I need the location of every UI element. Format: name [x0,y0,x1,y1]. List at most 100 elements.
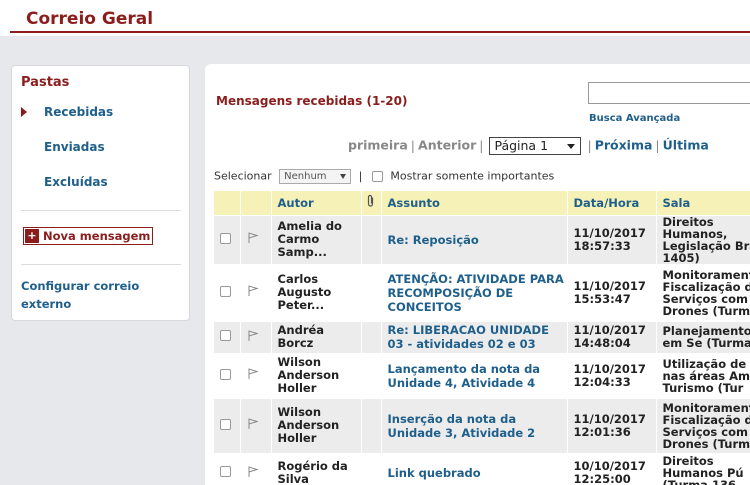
flag-icon[interactable] [247,368,259,380]
message-author: Carlos Augusto Peter... [271,263,362,321]
row-flag-cell [240,352,272,398]
message-date: 11/10/2017 [573,361,646,376]
chevron-down-icon [340,174,347,179]
flag-column-header [240,191,272,215]
message-subject[interactable]: Inserção da nota da Unidade 3, Atividade… [381,397,568,453]
row-flag-cell [240,263,272,321]
room-column-header[interactable]: Sala [656,191,750,215]
author-column-header[interactable]: Autor [271,191,362,215]
row-checkbox[interactable] [220,232,231,244]
date-column-header[interactable]: Data/Hora [567,191,657,215]
advanced-search-link[interactable]: Busca Avançada [589,113,680,124]
message-subject[interactable]: Re: LIBERACAO UNIDADE 03 - atividades 02… [381,320,568,353]
row-checkbox[interactable] [220,330,231,341]
folder-sent[interactable]: Enviadas [44,140,105,154]
message-room: Monitoramento Fiscalização de Serviços c… [656,397,750,453]
attachment-column-header[interactable] [361,191,382,215]
message-date: 10/10/2017 [573,459,646,474]
row-attachment-cell [361,263,382,321]
table-row[interactable]: Wilson Anderson Holler Lançamento da not… [214,352,750,398]
flag-icon[interactable] [247,466,259,478]
message-datetime: 11/10/2017 12:04:33 [567,352,657,398]
sidebar-divider [21,210,181,211]
plus-icon: + [25,229,39,243]
select-dropdown[interactable]: Nenhum [279,169,352,184]
messages-title: Mensagens recebidas (1-20) [216,94,408,108]
search-input[interactable] [588,82,750,104]
message-time: 12:01:36 [573,424,631,439]
row-select-cell [214,320,241,353]
pager-separator: | [479,137,484,153]
row-select-cell [214,452,241,485]
page-title: Correio Geral [26,9,154,29]
message-time: 18:57:33 [573,238,631,253]
pagination: primeira | Anterior | Página 1 | Próxima | Últim… [348,137,709,157]
pager-separator: | [410,137,416,153]
previous-page-link[interactable]: Anterior [418,138,476,153]
table-row[interactable]: Andréa Borcz Re: LIBERACAO UNIDADE 03 - … [214,320,750,353]
row-flag-cell [240,397,272,453]
message-time: 12:25:00 [573,472,631,485]
row-select-cell [214,214,241,264]
select-dropdown-value: Nenhum [284,171,327,182]
row-select-cell [214,263,241,321]
new-message-button[interactable]: + Nova mensagem [23,227,153,245]
row-flag-cell [240,452,272,485]
messages-table: Autor Assunto Data/Hora Sala Amelia do C… [214,191,750,485]
message-author: Rogério da Silva [271,452,362,485]
important-only-checkbox[interactable] [371,171,383,182]
chevron-down-icon [567,144,576,149]
message-subject[interactable]: Link quebrado [381,452,568,485]
table-row[interactable]: Carlos Augusto Peter... ATENÇÃO: ATIVIDA… [214,263,750,321]
message-time: 14:48:04 [573,336,631,350]
selection-toolbar: Selecionar Nenhum | Mostrar somente impo… [214,169,554,184]
pager-separator: | [655,137,660,153]
flag-icon[interactable] [247,285,259,297]
paperclip-icon [367,195,373,207]
row-attachment-cell [361,320,382,353]
flag-icon[interactable] [247,329,259,342]
message-author: Wilson Anderson Holler [271,352,362,398]
table-row[interactable]: Rogério da Silva Link quebrado 10/10/201… [214,452,750,485]
message-room: Direitos Humanos, Legislação Bra 1405) [656,214,750,264]
row-checkbox[interactable] [220,466,231,478]
message-date: 11/10/2017 [573,225,646,240]
subject-column-header[interactable]: Assunto [381,191,568,215]
row-checkbox[interactable] [220,418,231,430]
message-datetime: 11/10/2017 15:53:47 [567,263,657,321]
message-date: 11/10/2017 [573,323,646,337]
toolbar-separator: | [358,169,363,183]
row-select-cell [214,397,241,453]
row-flag-cell [240,320,272,353]
table-header-row: Autor Assunto Data/Hora Sala [214,191,750,215]
row-attachment-cell [361,214,382,264]
page-select[interactable]: Página 1 [489,137,582,155]
configure-external-mail-link[interactable]: Configurar correio externo [21,277,181,313]
message-author: Wilson Anderson Holler [271,397,362,453]
sidebar-divider [21,264,181,265]
first-page-link[interactable]: primeira [348,138,408,153]
folders-panel: Pastas Recebidas Enviadas Excluídas + No… [11,65,190,321]
app-header: Correio Geral [0,0,750,36]
row-select-cell [214,352,241,398]
row-checkbox[interactable] [220,368,231,380]
row-attachment-cell [361,352,382,398]
table-row[interactable]: Wilson Anderson Holler Inserção da nota … [214,397,750,453]
last-page-link[interactable]: Última [663,138,709,153]
important-only-label: Mostrar somente importantes [390,169,555,183]
folder-deleted[interactable]: Excluídas [44,175,108,189]
flag-icon[interactable] [247,232,259,244]
message-room: Monitoramento Fiscalização de Serviços c… [656,263,750,321]
row-checkbox[interactable] [220,285,231,297]
message-author: Andréa Borcz [271,320,362,353]
next-page-link[interactable]: Próxima [595,138,653,153]
flag-icon[interactable] [247,418,259,430]
message-subject[interactable]: ATENÇÃO: ATIVIDADE PARA RECOMPOSIÇÃO DE … [381,263,568,321]
message-subject[interactable]: Lançamento da nota da Unidade 4, Ativida… [381,352,568,398]
message-subject[interactable]: Re: Reposição [381,214,568,264]
message-datetime: 11/10/2017 12:01:36 [567,397,657,453]
table-row[interactable]: Amelia do Carmo Samp... Re: Reposição 11… [214,214,750,264]
message-room: Utilização de V nas áreas Amb e Turismo … [656,352,750,398]
message-room: Direitos Humanos Pú (Turma 136 [656,452,750,485]
folder-inbox[interactable]: Recebidas [44,105,113,119]
